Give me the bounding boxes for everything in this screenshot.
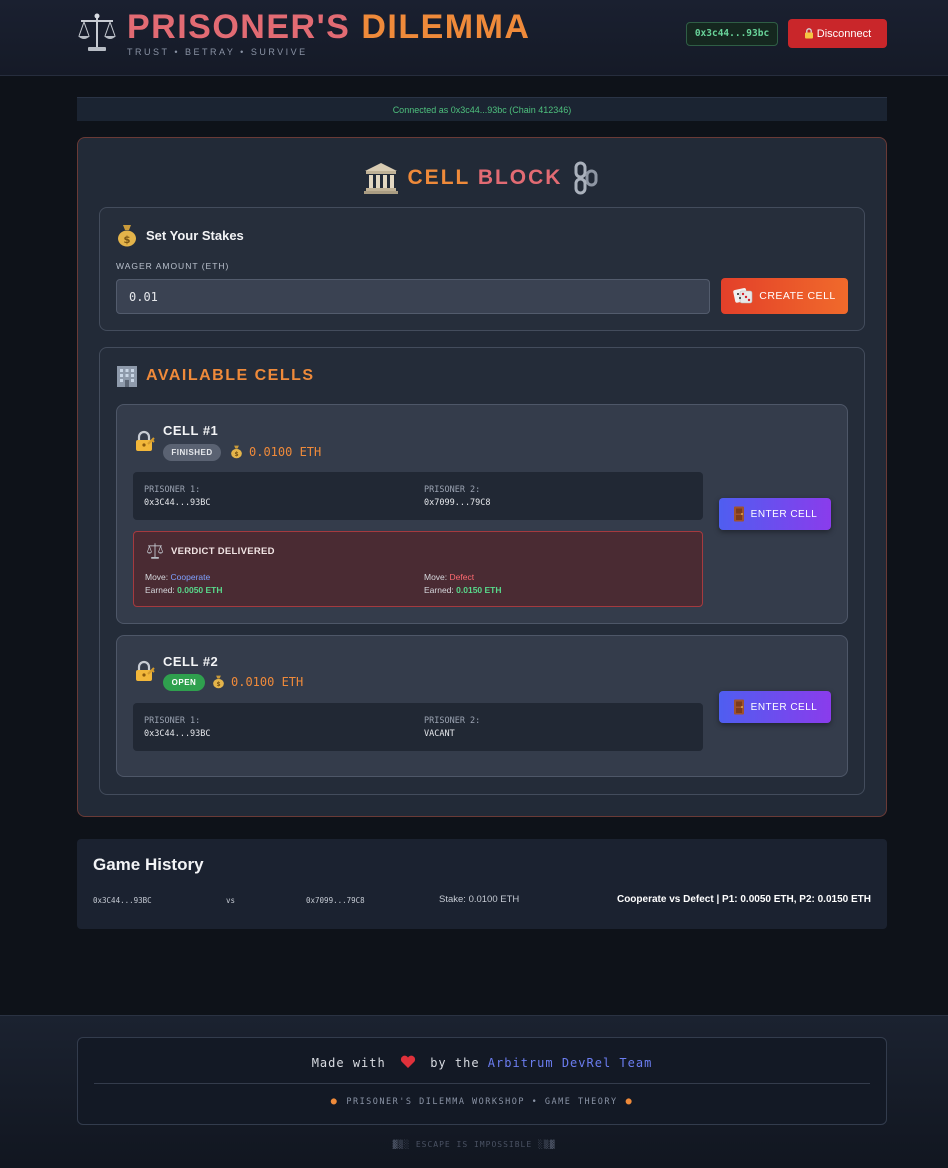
workshop-line: ● PRISONER'S DILEMMA WORKSHOP • GAME THEO… bbox=[78, 1096, 886, 1107]
scales-icon bbox=[146, 543, 164, 559]
connection-status: Connected as 0x3c44...93bc (Chain 412346… bbox=[77, 97, 887, 121]
prisoner-2-label: PRISONER 2: bbox=[424, 716, 481, 726]
cell-name: CELL #1 bbox=[163, 423, 219, 438]
prisoner-1-label: PRISONER 1: bbox=[144, 716, 201, 726]
cell-block-title-2: BLOCK bbox=[477, 166, 563, 189]
stakes-panel: $ Set Your Stakes WAGER AMOUNT (ETH) CRE… bbox=[99, 207, 865, 331]
office-building-icon bbox=[117, 366, 137, 387]
verdict-prisoner-2: Move: Defect Earned: 0.0150 ETH bbox=[424, 571, 502, 597]
heart-icon bbox=[400, 1055, 416, 1068]
money-bag-icon: $ bbox=[231, 445, 242, 459]
disconnect-button[interactable]: Disconnect bbox=[788, 19, 887, 48]
bank-building-icon bbox=[363, 163, 398, 194]
game-history-heading: Game History bbox=[93, 855, 204, 874]
earned-label: Earned: bbox=[145, 585, 175, 595]
locked-with-key-icon bbox=[136, 660, 155, 681]
made-with-text: Made with bbox=[311, 1056, 386, 1070]
status-badge: FINISHED bbox=[163, 444, 221, 461]
money-bag-icon: $ bbox=[118, 225, 136, 247]
prisoner-1-address: 0x3C44...93BC bbox=[144, 729, 211, 739]
title-part-2: DILEMMA bbox=[361, 8, 531, 46]
cell-block-title-1: CELL bbox=[407, 166, 470, 189]
cell-card-2: CELL #2 OPEN $ 0.0100 ETH PRISONER 1: 0x… bbox=[116, 635, 848, 777]
prisoner-1-move: Cooperate bbox=[170, 572, 211, 582]
app-header: PRISONER'S DILEMMA TRUST • BETRAY • SURV… bbox=[0, 0, 948, 76]
cell-stake-amount: 0.0100 ETH bbox=[231, 674, 304, 689]
verdict-panel: VERDICT DELIVERED Move: Cooperate Earned… bbox=[133, 531, 703, 607]
stakes-heading: Set Your Stakes bbox=[146, 227, 244, 243]
history-player-1: 0x3C44...93BC bbox=[93, 896, 152, 905]
cell-name: CELL #2 bbox=[163, 654, 219, 669]
wager-label: WAGER AMOUNT (ETH) bbox=[116, 261, 230, 271]
prisoners-box: PRISONER 1: 0x3C44...93BC PRISONER 2: VA… bbox=[133, 703, 703, 751]
app-subtitle: TRUST • BETRAY • SURVIVE bbox=[127, 47, 308, 57]
svg-text:$: $ bbox=[124, 235, 131, 246]
prisoners-box: PRISONER 1: 0x3C44...93BC PRISONER 2: 0x… bbox=[133, 472, 703, 520]
workshop-text: PRISONER'S DILEMMA WORKSHOP • GAME THEOR… bbox=[346, 1097, 618, 1107]
enter-cell-label: ENTER CELL bbox=[750, 508, 818, 520]
available-cells-panel: AVAILABLE CELLS CELL #1 FINISHED $ 0.010… bbox=[99, 347, 865, 795]
svg-text:$: $ bbox=[216, 682, 220, 688]
prisoner-1-label: PRISONER 1: bbox=[144, 485, 201, 495]
dot-icon: ● bbox=[330, 1096, 339, 1107]
title-part-1: PRISONER'S bbox=[127, 8, 351, 46]
made-with-line: Made with by the Arbitrum DevRel Team bbox=[78, 1055, 886, 1070]
create-cell-label: CREATE CELL bbox=[759, 290, 836, 302]
move-label: Move: bbox=[145, 572, 169, 582]
cell-block-title: CELL BLOCK bbox=[78, 158, 886, 198]
prisoner-1-earned: 0.0050 ETH bbox=[177, 585, 223, 595]
enter-cell-label: ENTER CELL bbox=[750, 701, 818, 713]
enter-cell-button[interactable]: ENTER CELL bbox=[719, 691, 831, 723]
history-player-2: 0x7099...79C8 bbox=[306, 896, 365, 905]
dot-icon: ● bbox=[625, 1096, 634, 1107]
earned-label: Earned: bbox=[424, 585, 454, 595]
cell-stake-amount: 0.0100 ETH bbox=[249, 444, 322, 459]
locked-with-key-icon bbox=[136, 430, 155, 451]
door-icon bbox=[733, 506, 744, 522]
prisoner-1-address: 0x3C44...93BC bbox=[144, 498, 211, 508]
wallet-address-badge[interactable]: 0x3c44...93bc bbox=[686, 22, 778, 46]
history-vs: vs bbox=[226, 896, 236, 905]
dice-icon bbox=[733, 288, 753, 304]
verdict-heading: VERDICT DELIVERED bbox=[171, 545, 275, 557]
svg-text:$: $ bbox=[234, 452, 238, 458]
money-bag-icon: $ bbox=[213, 675, 224, 689]
move-label: Move: bbox=[424, 572, 448, 582]
footer-divider bbox=[94, 1083, 870, 1084]
escape-text: ▓▒░ ESCAPE IS IMPOSSIBLE ░▒▓ bbox=[392, 1140, 556, 1149]
game-history-panel: Game History 0x3C44...93BC vs 0x7099...7… bbox=[77, 839, 887, 929]
verdict-prisoner-1: Move: Cooperate Earned: 0.0050 ETH bbox=[145, 571, 223, 597]
prisoner-2-earned: 0.0150 ETH bbox=[456, 585, 502, 595]
prisoner-2-move: Defect bbox=[449, 572, 475, 582]
scales-icon bbox=[78, 13, 116, 51]
team-link[interactable]: Arbitrum DevRel Team bbox=[488, 1056, 653, 1070]
available-cells-heading: AVAILABLE CELLS bbox=[146, 367, 315, 384]
prisoner-2-label: PRISONER 2: bbox=[424, 485, 481, 495]
create-cell-button[interactable]: CREATE CELL bbox=[721, 278, 848, 314]
wager-amount-input[interactable] bbox=[116, 279, 710, 314]
app-title: PRISONER'S DILEMMA bbox=[127, 8, 530, 46]
by-the-text: by the bbox=[430, 1056, 480, 1070]
footer-card: Made with by the Arbitrum DevRel Team ● P… bbox=[77, 1037, 887, 1125]
cell-card-1: CELL #1 FINISHED $ 0.0100 ETH PRISONER 1… bbox=[116, 404, 848, 624]
enter-cell-button[interactable]: ENTER CELL bbox=[719, 498, 831, 530]
disconnect-label: Disconnect bbox=[816, 27, 872, 40]
cell-block-panel: CELL BLOCK $ Set Your Stakes WAGER AMOUN… bbox=[77, 137, 887, 817]
history-result: Cooperate vs Defect | P1: 0.0050 ETH, P2… bbox=[616, 894, 871, 905]
lock-icon bbox=[804, 28, 813, 39]
history-stake: Stake: 0.0100 ETH bbox=[439, 894, 520, 905]
prisoner-2-address: 0x7099...79C8 bbox=[424, 498, 491, 508]
cell-stake: $ 0.0100 ETH bbox=[212, 674, 303, 689]
cell-stake: $ 0.0100 ETH bbox=[230, 444, 321, 459]
chains-icon bbox=[574, 161, 598, 195]
prisoner-2-address: VACANT bbox=[424, 729, 455, 739]
status-badge: OPEN bbox=[163, 674, 205, 691]
door-icon bbox=[733, 699, 744, 715]
